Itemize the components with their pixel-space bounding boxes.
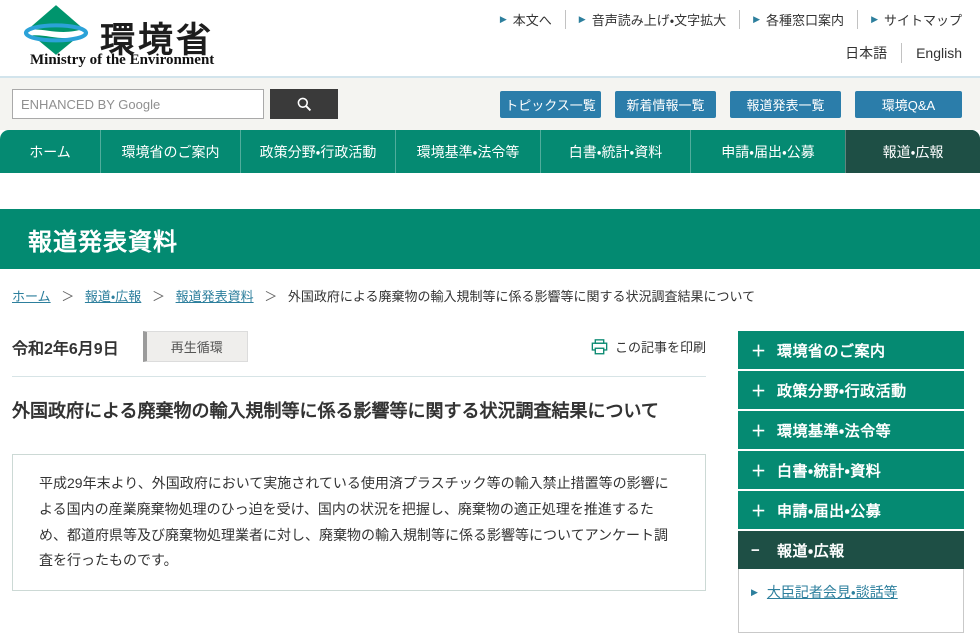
global-navigation: ホーム 環境省のご案内 政策分野・行政活動 環境基準・法令等 白書・統計・資料 … bbox=[0, 130, 980, 173]
utility-link-label: 本文へ bbox=[512, 13, 552, 28]
sidebar-item-about[interactable]: ＋ 環境省のご案内 bbox=[738, 331, 964, 369]
plus-icon: ＋ bbox=[751, 502, 767, 520]
article-summary-box: 平成29年末より、外国政府において実施されている使用済プラスチック等の輸入禁止措… bbox=[12, 453, 706, 592]
sidebar-item-press-pr[interactable]: − 報道・広報 bbox=[738, 531, 964, 569]
utility-link-sitemap[interactable]: ▶ サイトマップ bbox=[871, 10, 962, 29]
page-title: 報道発表資料 bbox=[28, 228, 178, 256]
sidebar-subitem-minister-press-conference[interactable]: ▶ 大臣記者会見・談話等 bbox=[751, 582, 953, 602]
press-release-list-button[interactable]: 報道発表一覧 bbox=[730, 90, 841, 118]
new-info-list-button[interactable]: 新着情報一覧 bbox=[615, 90, 716, 118]
meta-divider bbox=[12, 376, 706, 377]
search-icon bbox=[297, 97, 312, 112]
utility-links: ▶ 本文へ ▶ 音声読み上げ・文字拡大 ▶ 各種窓口案内 ▶ サイトマップ bbox=[500, 10, 962, 29]
utility-link-accessibility[interactable]: ▶ 音声読み上げ・文字拡大 bbox=[578, 10, 741, 29]
sidebar-submenu: ▶ 大臣記者会見・談話等 bbox=[738, 569, 964, 633]
utility-link-label: 音声読み上げ・文字拡大 bbox=[591, 13, 727, 28]
topics-list-button[interactable]: トピックス一覧 bbox=[500, 90, 601, 118]
breadcrumb-press-release[interactable]: 報道発表資料 bbox=[176, 289, 254, 304]
sidebar-item-whitepaper-statistics[interactable]: ＋ 白書・統計・資料 bbox=[738, 451, 964, 489]
category-badge: 再生循環 bbox=[142, 331, 248, 362]
article-meta-row: 令和2年6月9日 再生循環 この記事を印刷 bbox=[12, 331, 706, 362]
search-input[interactable] bbox=[12, 89, 264, 119]
article: 令和2年6月9日 再生循環 この記事を印刷 外国政府による廃棄物の輸入規制等に係… bbox=[12, 331, 706, 633]
content-area: 令和2年6月9日 再生循環 この記事を印刷 外国政府による廃棄物の輸入規制等に係… bbox=[12, 331, 980, 633]
nav-item-about[interactable]: 環境省のご案内 bbox=[100, 130, 240, 173]
ministry-logo[interactable]: 環境省 Ministry of the Environment bbox=[14, 0, 314, 76]
sidebar-subitem-link[interactable]: 大臣記者会見・談話等 bbox=[767, 582, 898, 602]
utility-link-contact-guide[interactable]: ▶ 各種窓口案内 bbox=[753, 10, 859, 29]
arrow-icon: ▶ bbox=[578, 14, 586, 24]
plus-icon: ＋ bbox=[751, 462, 767, 480]
sidebar-navigation: ＋ 環境省のご案内 ＋ 政策分野・行政活動 ＋ 環境基準・法令等 ＋ 白書・統計… bbox=[738, 331, 964, 633]
sidebar-item-label: 環境基準・法令等 bbox=[777, 422, 892, 440]
sidebar-item-standards-laws[interactable]: ＋ 環境基準・法令等 bbox=[738, 411, 964, 449]
sidebar-item-label: 白書・統計・資料 bbox=[777, 462, 882, 480]
environment-qa-button[interactable]: 環境Q&A bbox=[855, 90, 962, 118]
plus-icon: ＋ bbox=[751, 382, 767, 400]
article-summary-text: 平成29年末より、外国政府において実施されている使用済プラスチック等の輸入禁止措… bbox=[39, 474, 669, 569]
sidebar-item-label: 申請・届出・公募 bbox=[777, 502, 882, 520]
sidebar-item-label: 政策分野・行政活動 bbox=[777, 382, 907, 400]
sidebar-item-label: 報道・広報 bbox=[777, 542, 845, 560]
article-meta: 令和2年6月9日 再生循環 bbox=[12, 331, 248, 362]
article-title: 外国政府による廃棄物の輸入規制等に係る影響等に関する状況調査結果について bbox=[12, 401, 659, 421]
ministry-logo-icon bbox=[23, 5, 89, 55]
plus-icon: ＋ bbox=[751, 342, 767, 360]
breadcrumb-press-pr[interactable]: 報道・広報 bbox=[85, 289, 141, 304]
print-article-link[interactable]: この記事を印刷 bbox=[591, 337, 706, 356]
sidebar-item-label: 環境省のご案内 bbox=[777, 342, 886, 360]
arrow-icon: ▶ bbox=[871, 14, 878, 24]
language-switcher: 日本語 English bbox=[845, 43, 962, 63]
sidebar-item-applications[interactable]: ＋ 申請・届出・公募 bbox=[738, 491, 964, 529]
lang-english[interactable]: English bbox=[916, 45, 962, 61]
logo-subtitle: Ministry of the Environment bbox=[30, 52, 215, 68]
printer-icon bbox=[591, 338, 608, 354]
minus-icon: − bbox=[751, 541, 761, 559]
quick-links: トピックス一覧 新着情報一覧 報道発表一覧 環境Q&A bbox=[500, 90, 962, 118]
nav-item-home[interactable]: ホーム bbox=[0, 130, 100, 173]
nav-item-whitepaper-statistics[interactable]: 白書・統計・資料 bbox=[540, 130, 690, 173]
utility-link-label: サイトマップ bbox=[883, 13, 962, 28]
arrow-icon: ▶ bbox=[499, 14, 507, 24]
nav-item-standards-laws[interactable]: 環境基準・法令等 bbox=[395, 130, 540, 173]
search-button[interactable] bbox=[270, 89, 338, 119]
site-header: 環境省 Ministry of the Environment ▶ 本文へ ▶ … bbox=[0, 0, 980, 78]
search-row: トピックス一覧 新着情報一覧 報道発表一覧 環境Q&A bbox=[0, 78, 980, 130]
utility-link-main-content[interactable]: ▶ 本文へ bbox=[500, 10, 566, 29]
utility-link-label: 各種窓口案内 bbox=[766, 13, 845, 28]
breadcrumb-home[interactable]: ホーム bbox=[12, 289, 51, 304]
nav-item-applications[interactable]: 申請・届出・公募 bbox=[690, 130, 845, 173]
arrow-icon: ▶ bbox=[751, 586, 758, 597]
article-date: 令和2年6月9日 bbox=[12, 340, 119, 358]
page-title-band: 報道発表資料 bbox=[0, 209, 980, 269]
breadcrumb-separator: ＞ bbox=[264, 289, 278, 304]
header-utility-area: ▶ 本文へ ▶ 音声読み上げ・文字拡大 ▶ 各種窓口案内 ▶ サイトマップ 日本… bbox=[500, 0, 962, 76]
breadcrumb-separator: ＞ bbox=[151, 289, 165, 304]
breadcrumb-current: 外国政府による廃棄物の輸入規制等に係る影響等に関する状況調査結果について bbox=[287, 289, 756, 304]
lang-japanese[interactable]: 日本語 bbox=[845, 43, 903, 63]
nav-item-press-pr[interactable]: 報道・広報 bbox=[845, 130, 980, 173]
sidebar-item-policy[interactable]: ＋ 政策分野・行政活動 bbox=[738, 371, 964, 409]
breadcrumb: ホーム ＞ 報道・広報 ＞ 報道発表資料 ＞ 外国政府による廃棄物の輸入規制等に… bbox=[12, 286, 968, 305]
plus-icon: ＋ bbox=[751, 422, 767, 440]
print-link-label: この記事を印刷 bbox=[614, 340, 706, 355]
breadcrumb-separator: ＞ bbox=[61, 289, 75, 304]
arrow-icon: ▶ bbox=[753, 14, 761, 24]
nav-item-policy[interactable]: 政策分野・行政活動 bbox=[240, 130, 395, 173]
site-search bbox=[12, 89, 338, 119]
